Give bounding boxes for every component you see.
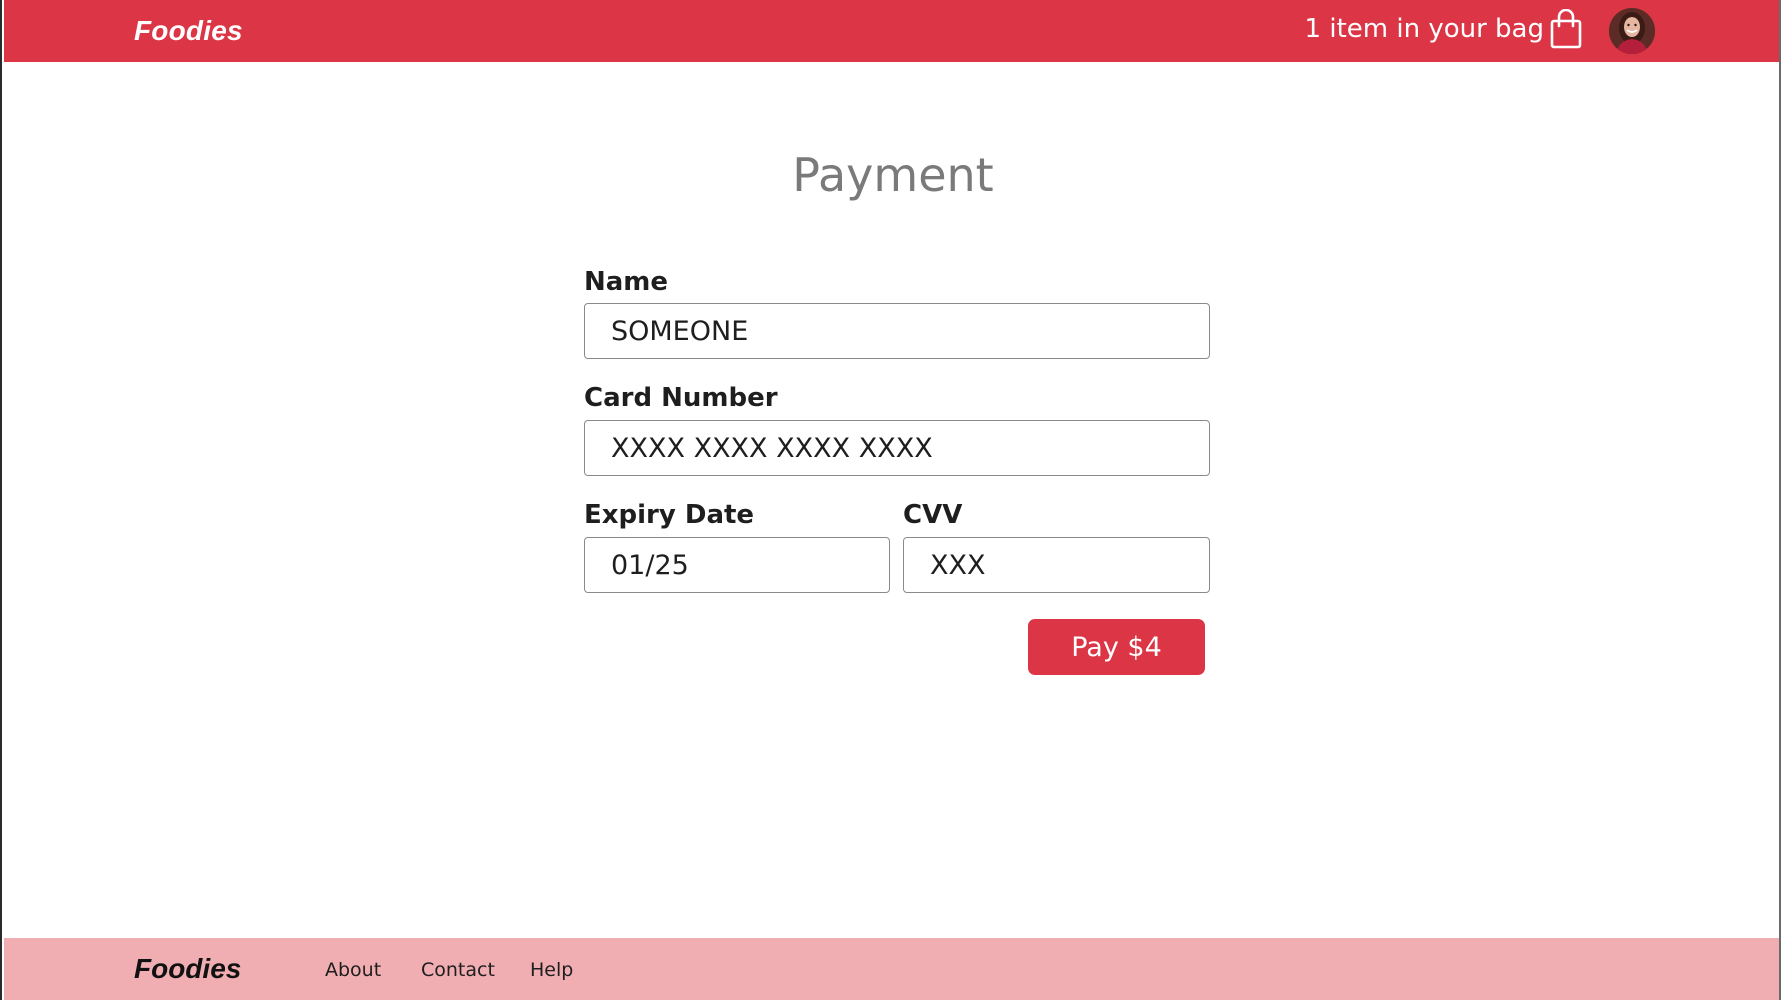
- cvv-label: CVV: [903, 500, 963, 530]
- top-navbar: Foodies 1 item in your bag: [4, 0, 1779, 62]
- expiry-date-label: Expiry Date: [584, 500, 755, 530]
- card-number-label: Card Number: [584, 383, 778, 413]
- window-edge: [1779, 0, 1781, 1000]
- footer: Foodies About Contact Help: [4, 938, 1779, 1000]
- card-number-field[interactable]: [584, 420, 1210, 476]
- bag-status-text[interactable]: 1 item in your bag: [1305, 11, 1544, 47]
- expiry-date-field[interactable]: [584, 537, 890, 593]
- name-field[interactable]: [584, 303, 1210, 359]
- name-label: Name: [584, 267, 669, 297]
- footer-link-help[interactable]: Help: [530, 957, 573, 983]
- footer-link-contact[interactable]: Contact: [421, 957, 495, 983]
- cvv-field[interactable]: [903, 537, 1210, 593]
- footer-brand-logo[interactable]: Foodies: [134, 952, 241, 986]
- brand-logo[interactable]: Foodies: [134, 14, 243, 48]
- footer-link-about[interactable]: About: [325, 957, 381, 983]
- shopping-bag-icon[interactable]: [1549, 8, 1583, 49]
- page-title: Payment: [792, 148, 994, 202]
- pay-button[interactable]: Pay $4: [1028, 619, 1205, 675]
- page: Foodies 1 item in your bag Payment Name …: [0, 0, 1782, 1000]
- user-avatar[interactable]: [1609, 8, 1655, 54]
